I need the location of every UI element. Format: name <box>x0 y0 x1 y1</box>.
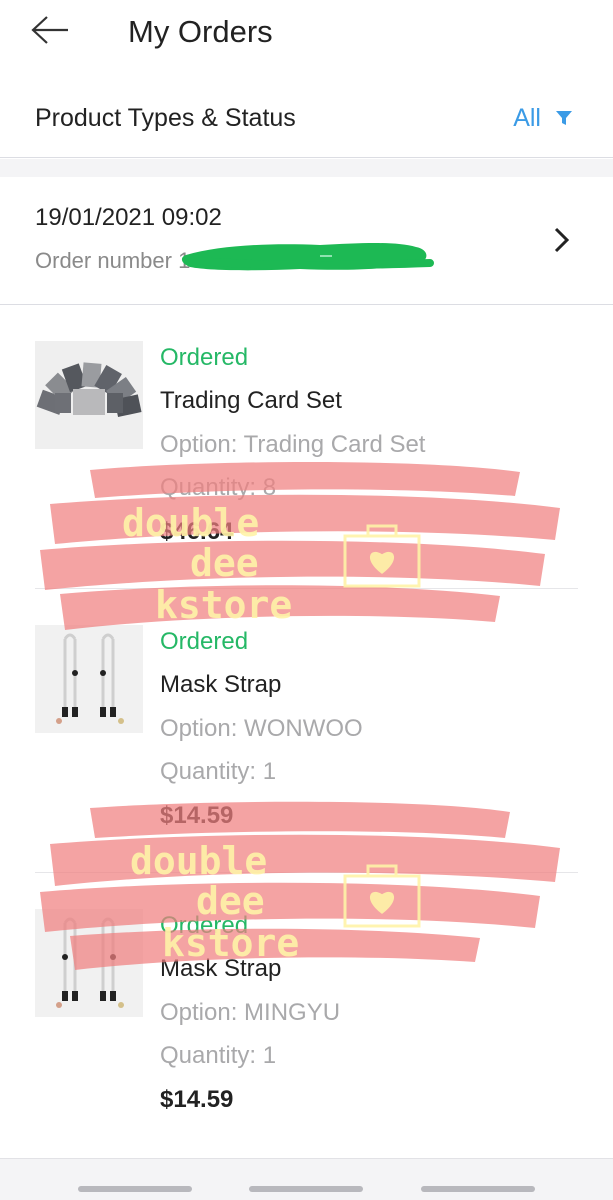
item-price: $14.59 <box>160 1086 234 1113</box>
item-price: $14.59 <box>160 802 234 829</box>
item-quantity: Quantity: 8 <box>160 474 277 501</box>
item-status: Ordered <box>160 344 249 371</box>
item-details: Ordered Mask Strap Option: WONWOO Quanti… <box>160 627 580 831</box>
nav-pill-left[interactable] <box>78 1186 192 1192</box>
item-status: Ordered <box>160 628 249 655</box>
redaction-scribble <box>181 243 434 271</box>
item-price: $46.64 <box>160 518 234 545</box>
nav-pill-center[interactable] <box>249 1186 363 1192</box>
order-item[interactable]: Ordered Mask Strap Option: WONWOO Quanti… <box>0 589 613 873</box>
mask-strap-image <box>35 909 143 1017</box>
section-divider <box>0 159 613 177</box>
filter-value: All <box>513 104 541 132</box>
filter-label: Product Types & Status <box>35 104 296 132</box>
item-quantity: Quantity: 1 <box>160 1042 277 1069</box>
order-number: Order number 1 <box>35 247 190 275</box>
mask-strap-image <box>35 625 143 733</box>
order-header[interactable]: 19/01/2021 09:02 Order number 1 <box>0 177 613 305</box>
trading-cards-image <box>35 341 143 449</box>
page-title: My Orders <box>128 14 273 49</box>
item-details: Ordered Mask Strap Option: MINGYU Quanti… <box>160 911 580 1115</box>
product-thumbnail <box>35 909 143 1017</box>
item-option: Option: Trading Card Set <box>160 431 426 458</box>
funnel-filter-icon <box>556 111 572 125</box>
product-thumbnail <box>35 341 143 449</box>
item-details: Ordered Trading Card Set Option: Trading… <box>160 343 580 547</box>
order-item[interactable]: Ordered Trading Card Set Option: Trading… <box>0 305 613 589</box>
item-quantity: Quantity: 1 <box>160 758 277 785</box>
item-status: Ordered <box>160 912 249 939</box>
item-name: Mask Strap <box>160 671 282 698</box>
order-item[interactable]: Ordered Mask Strap Option: MINGYU Quanti… <box>0 873 613 1157</box>
bottom-navigation-bar <box>0 1158 613 1200</box>
nav-pill-right[interactable] <box>421 1186 535 1192</box>
item-name: Trading Card Set <box>160 387 342 414</box>
filter-dropdown-button[interactable]: All <box>513 100 573 136</box>
chevron-right-icon <box>554 227 570 253</box>
back-button[interactable] <box>26 8 74 52</box>
filter-row: Product Types & Status All <box>0 80 613 158</box>
item-name: Mask Strap <box>160 955 282 982</box>
item-option: Option: WONWOO <box>160 715 363 742</box>
arrow-left-icon <box>31 16 68 44</box>
order-number-label: Order number <box>35 248 172 273</box>
item-option: Option: MINGYU <box>160 999 341 1026</box>
top-app-bar: My Orders <box>0 0 613 64</box>
order-datetime: 19/01/2021 09:02 <box>35 204 222 231</box>
product-thumbnail <box>35 625 143 733</box>
